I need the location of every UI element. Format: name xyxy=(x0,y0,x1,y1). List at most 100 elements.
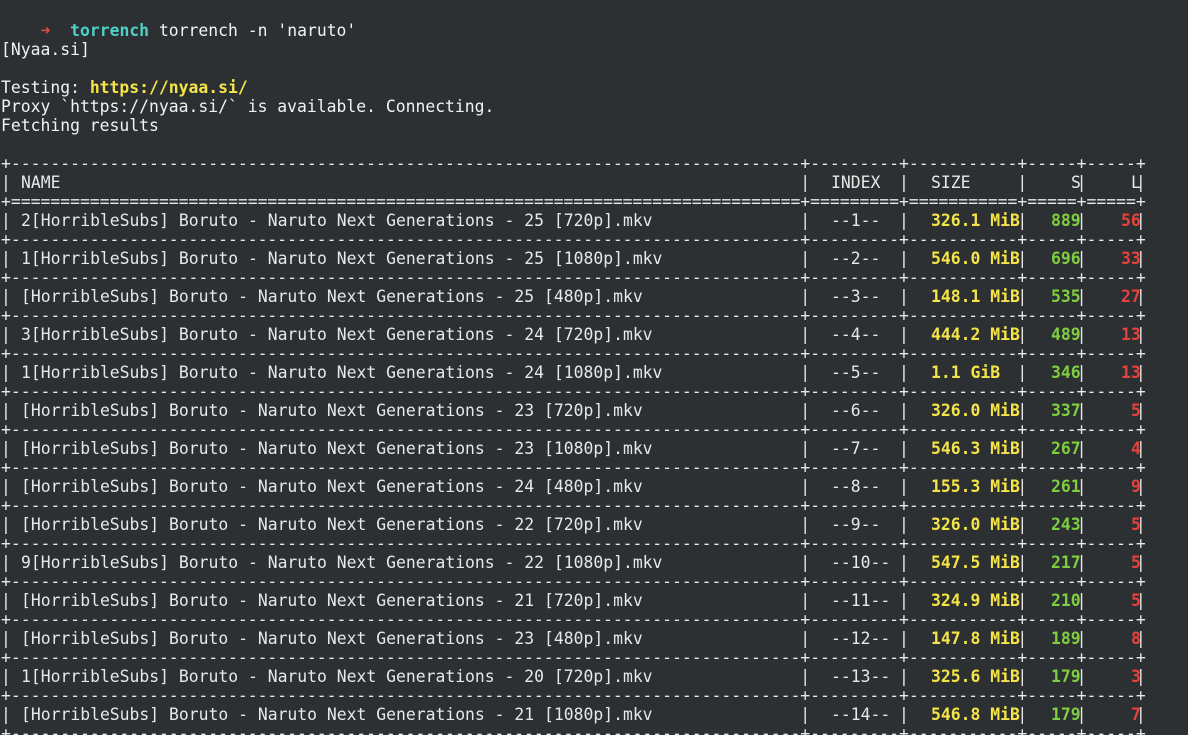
table-header-row: | | | | | | NAME INDEX SIZE S L xyxy=(1,173,1146,192)
proxy-line: Proxy `https://nyaa.si/` is available. C… xyxy=(1,97,495,116)
torrent-index: --9-- xyxy=(831,515,881,534)
column-header-leeches: L xyxy=(1131,173,1141,192)
torrent-size: 325.6 MiB xyxy=(931,667,1020,686)
torrent-seeds: 210 xyxy=(1051,591,1081,610)
torrent-seeds: 243 xyxy=(1051,515,1081,534)
table-row[interactable]: | | | | | | [HorribleSubs] Boruto - Narut… xyxy=(1,287,1146,306)
torrent-seeds: 261 xyxy=(1051,477,1081,496)
torrent-size: 1.1 GiB xyxy=(931,363,1001,382)
table-row-separator: +---------------------------------------… xyxy=(1,306,1146,325)
table-row[interactable]: | | | | | | [HorribleSubs] Boruto - Narut… xyxy=(1,439,1146,458)
torrent-seeds: 535 xyxy=(1051,287,1081,306)
table-row[interactable]: | | | | | | 9[HorribleSubs] Boruto - Naru… xyxy=(1,553,1146,572)
torrent-size: 444.2 MiB xyxy=(931,325,1020,344)
table-row-separator: +---------------------------------------… xyxy=(1,344,1146,363)
torrent-name: 3[HorribleSubs] Boruto - Naruto Next Gen… xyxy=(21,325,653,344)
torrent-leeches: 13 xyxy=(1121,363,1141,382)
torrent-name: [HorribleSubs] Boruto - Naruto Next Gene… xyxy=(21,629,643,648)
prompt-arrow-icon: ➜ xyxy=(40,21,51,40)
table-row[interactable]: | | | | | | 1[HorribleSubs] Boruto - Naru… xyxy=(1,363,1146,382)
torrent-seeds: 189 xyxy=(1051,629,1081,648)
torrent-size: 326.1 MiB xyxy=(931,211,1020,230)
torrent-size: 324.9 MiB xyxy=(931,591,1020,610)
torrent-leeches: 5 xyxy=(1131,591,1141,610)
column-header-size: SIZE xyxy=(931,173,971,192)
table-row[interactable]: | | | | | | [HorribleSubs] Boruto - Narut… xyxy=(1,705,1146,724)
torrent-size: 546.0 MiB xyxy=(931,249,1020,268)
torrent-leeches: 27 xyxy=(1121,287,1141,306)
torrent-seeds: 179 xyxy=(1051,667,1081,686)
torrent-leeches: 8 xyxy=(1131,629,1141,648)
torrent-name: [HorribleSubs] Boruto - Naruto Next Gene… xyxy=(21,439,653,458)
prompt-command: torrench -n 'naruto' xyxy=(158,21,357,40)
table-row-separator: +---------------------------------------… xyxy=(1,230,1146,249)
table-row-separator: +---------------------------------------… xyxy=(1,534,1146,553)
table-row[interactable]: | | | | | | 2[HorribleSubs] Boruto - Naru… xyxy=(1,211,1146,230)
torrent-size: 147.8 MiB xyxy=(931,629,1020,648)
prompt-line: ➜ torrench torrench -n 'naruto' xyxy=(1,2,356,40)
torrent-seeds: 696 xyxy=(1051,249,1081,268)
table-row-separator: +---------------------------------------… xyxy=(1,686,1146,705)
torrent-index: --8-- xyxy=(831,477,881,496)
table-row-separator: +---------------------------------------… xyxy=(1,724,1146,735)
torrent-size: 326.0 MiB xyxy=(931,401,1020,420)
table-row-separator: +---------------------------------------… xyxy=(1,268,1146,287)
torrent-index: --6-- xyxy=(831,401,881,420)
testing-line: Testing: https://nyaa.si/ xyxy=(1,78,248,97)
torrent-name: [HorribleSubs] Boruto - Naruto Next Gene… xyxy=(21,515,643,534)
table-row-separator: +---------------------------------------… xyxy=(1,458,1146,477)
torrent-leeches: 33 xyxy=(1121,249,1141,268)
torrent-leeches: 5 xyxy=(1131,553,1141,572)
table-row[interactable]: | | | | | | [HorribleSubs] Boruto - Narut… xyxy=(1,477,1146,496)
table-row[interactable]: | | | | | | 1[HorribleSubs] Boruto - Naru… xyxy=(1,249,1146,268)
torrent-index: --11-- xyxy=(831,591,891,610)
column-header-name: NAME xyxy=(21,173,61,192)
torrent-leeches: 3 xyxy=(1131,667,1141,686)
torrent-leeches: 5 xyxy=(1131,515,1141,534)
torrent-index: --7-- xyxy=(831,439,881,458)
torrent-name: 2[HorribleSubs] Boruto - Naruto Next Gen… xyxy=(21,211,653,230)
site-tag: [Nyaa.si] xyxy=(1,40,90,59)
terminal-window[interactable]: ➜ torrench torrench -n 'naruto' [Nyaa.si… xyxy=(0,0,1188,735)
torrent-index: --4-- xyxy=(831,325,881,344)
torrent-name: [HorribleSubs] Boruto - Naruto Next Gene… xyxy=(21,591,643,610)
torrent-size: 546.8 MiB xyxy=(931,705,1020,724)
torrent-name: 9[HorribleSubs] Boruto - Naruto Next Gen… xyxy=(21,553,663,572)
torrent-seeds: 337 xyxy=(1051,401,1081,420)
torrent-index: --14-- xyxy=(831,705,891,724)
torrent-seeds: 346 xyxy=(1051,363,1081,382)
table-border-top: +---------------------------------------… xyxy=(1,154,1146,173)
torrent-size: 546.3 MiB xyxy=(931,439,1020,458)
testing-label: Testing: xyxy=(1,78,90,97)
table-row[interactable]: | | | | | | 3[HorribleSubs] Boruto - Naru… xyxy=(1,325,1146,344)
table-row-separator: +---------------------------------------… xyxy=(1,496,1146,515)
torrent-leeches: 5 xyxy=(1131,401,1141,420)
table-header-separator: +=======================================… xyxy=(1,192,1146,211)
prompt-cwd: torrench xyxy=(70,21,150,40)
table-row[interactable]: | | | | | | [HorribleSubs] Boruto - Narut… xyxy=(1,401,1146,420)
table-row-separator: +---------------------------------------… xyxy=(1,572,1146,591)
torrent-seeds: 889 xyxy=(1051,211,1081,230)
torrent-seeds: 489 xyxy=(1051,325,1081,344)
column-header-seeds: S xyxy=(1071,173,1081,192)
torrent-size: 326.0 MiB xyxy=(931,515,1020,534)
torrent-name: 1[HorribleSubs] Boruto - Naruto Next Gen… xyxy=(21,363,663,382)
torrent-index: --10-- xyxy=(831,553,891,572)
torrent-seeds: 217 xyxy=(1051,553,1081,572)
torrent-seeds: 267 xyxy=(1051,439,1081,458)
table-row-separator: +---------------------------------------… xyxy=(1,610,1146,629)
table-row[interactable]: | | | | | | [HorribleSubs] Boruto - Narut… xyxy=(1,591,1146,610)
torrent-index: --5-- xyxy=(831,363,881,382)
table-row[interactable]: | | | | | | [HorribleSubs] Boruto - Narut… xyxy=(1,515,1146,534)
fetching-line: Fetching results xyxy=(1,116,159,135)
table-row[interactable]: | | | | | | [HorribleSubs] Boruto - Narut… xyxy=(1,629,1146,648)
torrent-name: [HorribleSubs] Boruto - Naruto Next Gene… xyxy=(21,401,643,420)
torrent-size: 148.1 MiB xyxy=(931,287,1020,306)
torrent-index: --1-- xyxy=(831,211,881,230)
torrent-seeds: 179 xyxy=(1051,705,1081,724)
torrent-name: 1[HorribleSubs] Boruto - Naruto Next Gen… xyxy=(21,667,653,686)
torrent-name: [HorribleSubs] Boruto - Naruto Next Gene… xyxy=(21,477,643,496)
torrent-size: 155.3 MiB xyxy=(931,477,1020,496)
table-row[interactable]: | | | | | | 1[HorribleSubs] Boruto - Naru… xyxy=(1,667,1146,686)
torrent-name: [HorribleSubs] Boruto - Naruto Next Gene… xyxy=(21,705,653,724)
